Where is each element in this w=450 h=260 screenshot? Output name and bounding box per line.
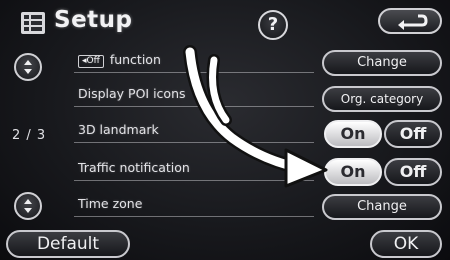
scroll-up-button[interactable]: [14, 53, 42, 81]
landmark-off-button[interactable]: Off: [384, 120, 442, 148]
default-button[interactable]: Default: [6, 230, 130, 258]
setup-screen: Setup ? 2 / 3 ◂Off function Change Displa…: [0, 0, 450, 260]
landmark-on-button[interactable]: On: [324, 120, 382, 148]
change-time-zone-button[interactable]: Change: [322, 194, 442, 220]
row-divider: [74, 106, 314, 107]
row-divider: [74, 216, 314, 217]
traffic-off-button[interactable]: Off: [384, 158, 442, 186]
back-button[interactable]: [378, 8, 442, 34]
row-label-3d-landmark: 3D landmark: [78, 122, 159, 137]
traffic-on-button[interactable]: On: [324, 158, 382, 186]
ok-button[interactable]: OK: [370, 230, 442, 258]
return-arrow-icon: [398, 14, 428, 30]
pointer-arrow-icon: [183, 45, 328, 188]
scroll-down-icon: [24, 199, 32, 213]
org-category-button[interactable]: Org. category: [322, 86, 442, 112]
row-divider: [74, 180, 314, 181]
row-label-traffic: Traffic notification: [78, 160, 190, 175]
page-indicator: 2 / 3: [12, 128, 47, 143]
row-divider: [74, 142, 314, 143]
setup-menu-icon: [20, 11, 46, 35]
scroll-down-button[interactable]: [14, 192, 42, 220]
scroll-up-icon: [24, 60, 32, 74]
row-label-text: function: [109, 52, 161, 67]
row-label-poi-icons: Display POI icons: [78, 86, 186, 101]
change-function-button[interactable]: Change: [322, 50, 442, 76]
row-label-off-function: ◂Off function: [78, 52, 161, 68]
row-divider: [74, 72, 314, 73]
row-label-time-zone: Time zone: [78, 196, 143, 211]
off-badge: ◂Off: [78, 55, 104, 68]
page-title: Setup: [54, 7, 133, 33]
help-button[interactable]: ?: [258, 10, 288, 40]
